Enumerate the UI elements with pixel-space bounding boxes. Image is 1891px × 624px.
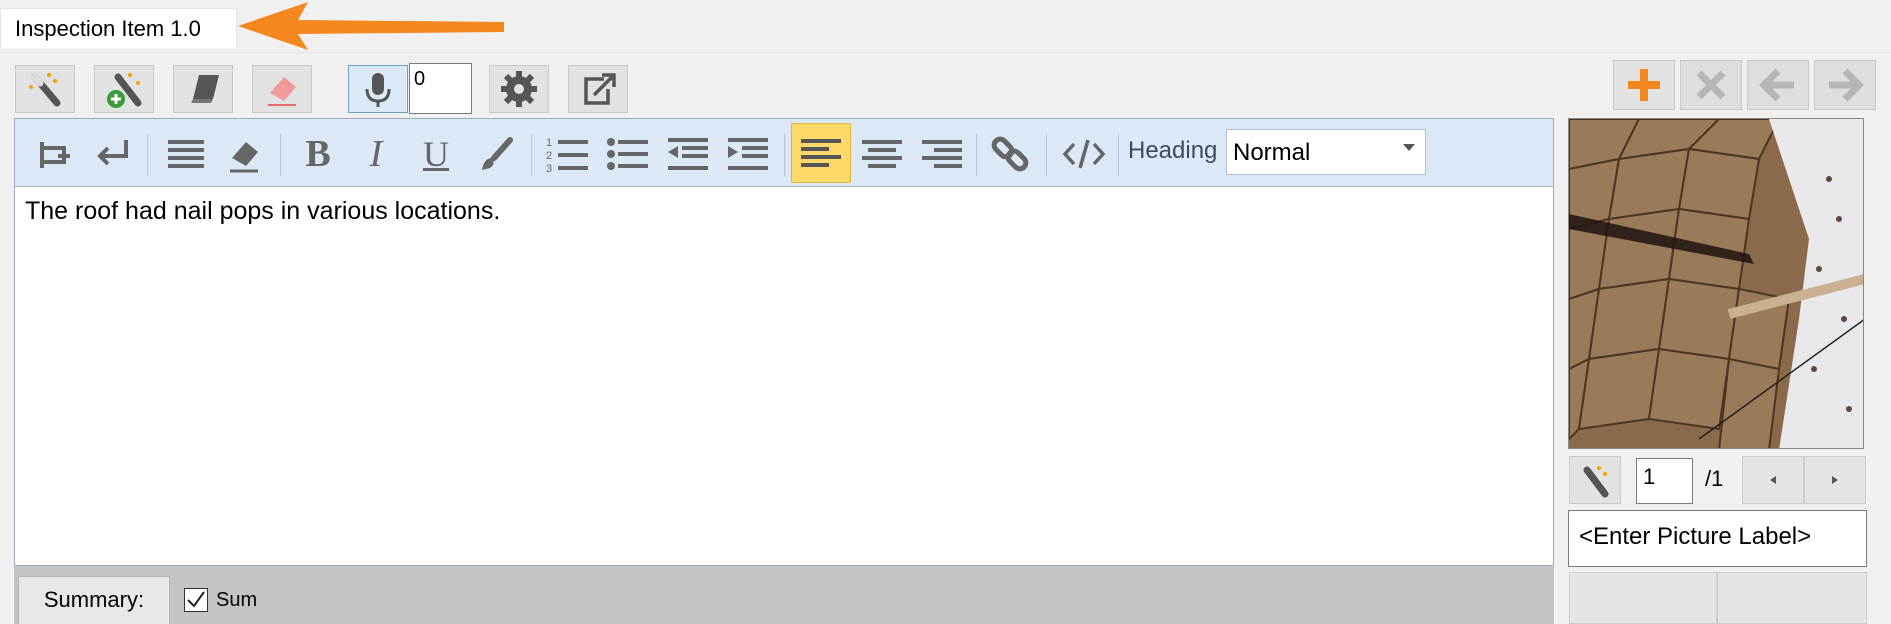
toolbar-divider: [280, 134, 281, 176]
svg-text:2: 2: [546, 150, 552, 162]
indent-block-icon: [40, 142, 70, 168]
bold-icon: B: [305, 133, 331, 175]
open-external-icon: [584, 73, 616, 105]
picture-label-field[interactable]: <Enter Picture Label>: [1568, 510, 1867, 567]
magic-wand-add-button[interactable]: [94, 65, 154, 113]
book-icon: [191, 75, 219, 103]
return-icon: [97, 140, 128, 166]
toolbar-divider: [784, 134, 785, 176]
italic-button[interactable]: I: [350, 129, 402, 179]
arrow-left-icon: [1759, 68, 1794, 102]
numbered-list-icon: 1 2 3: [546, 137, 588, 174]
align-center-icon: [862, 140, 902, 168]
link-icon: [991, 136, 1029, 172]
clear-format-button[interactable]: [218, 129, 270, 179]
summary-tab[interactable]: Summary:: [18, 576, 170, 624]
indent-button[interactable]: [722, 129, 774, 179]
close-icon: [1696, 70, 1726, 100]
code-icon: [1062, 139, 1106, 169]
roof-photo-image: [1569, 119, 1863, 448]
eraser-icon: [268, 77, 296, 106]
inspection-photo[interactable]: [1568, 118, 1864, 449]
tab-title: Inspection Item 1.0: [15, 16, 201, 41]
open-external-button[interactable]: [568, 65, 628, 113]
editor-content[interactable]: The roof had nail pops in various locati…: [25, 197, 500, 226]
settings-button[interactable]: [489, 65, 549, 113]
caret-right-icon: [1832, 476, 1838, 484]
numbered-list-button[interactable]: 1 2 3: [542, 129, 594, 179]
outdent-icon: [668, 138, 708, 170]
line-break-button[interactable]: [88, 129, 140, 179]
book-button[interactable]: [173, 65, 233, 113]
underline-button[interactable]: U: [410, 129, 462, 179]
svg-text:3: 3: [546, 163, 552, 174]
magic-wand-icon: [29, 73, 61, 107]
toolbar-divider: [531, 134, 532, 176]
indent-block-button[interactable]: [28, 129, 80, 179]
svg-text:1: 1: [546, 137, 552, 149]
arrow-right-icon: [1829, 68, 1864, 102]
caret-left-icon: [1770, 476, 1776, 484]
magic-wand-add-icon: [107, 73, 142, 108]
picture-action-button-left[interactable]: [1569, 572, 1717, 624]
eraser-button[interactable]: [252, 65, 312, 113]
eraser-icon: [230, 142, 258, 173]
magic-wand-icon: [1583, 466, 1609, 498]
plus-icon: [1628, 69, 1660, 101]
picture-action-button-right[interactable]: [1717, 572, 1867, 624]
annotation-arrow-top: [238, 2, 504, 50]
html-source-button[interactable]: [1058, 129, 1110, 179]
indent-icon: [728, 138, 768, 170]
inspection-item-tab[interactable]: Inspection Item 1.0: [0, 8, 237, 48]
gear-icon: [501, 71, 537, 107]
microphone-icon: [365, 73, 391, 107]
mic-counter-field[interactable]: 0: [409, 63, 472, 114]
align-left-button[interactable]: [791, 123, 851, 183]
justify-button[interactable]: [160, 129, 212, 179]
add-button[interactable]: [1613, 60, 1675, 110]
bullet-list-icon: [607, 138, 648, 170]
picture-total: /1: [1705, 466, 1724, 491]
italic-icon: I: [369, 133, 383, 175]
toolbar-divider: [147, 134, 148, 176]
underline-icon: U: [423, 134, 449, 174]
chevron-down-icon: [1403, 144, 1415, 151]
align-right-button[interactable]: [916, 129, 968, 179]
toolbar-divider: [976, 134, 977, 176]
bold-button[interactable]: B: [292, 129, 344, 179]
delete-button[interactable]: [1680, 60, 1742, 110]
toolbar-divider: [1046, 134, 1047, 176]
next-picture-button[interactable]: [1804, 456, 1866, 504]
microphone-button[interactable]: [348, 65, 408, 113]
outdent-button[interactable]: [662, 129, 714, 179]
magic-wand-button[interactable]: [15, 65, 75, 113]
checkmark-icon: [187, 591, 205, 608]
align-right-icon: [922, 140, 962, 168]
paint-brush-icon: [482, 137, 513, 170]
justify-icon: [168, 140, 204, 168]
sum-checkbox-label: Sum: [216, 589, 258, 611]
heading-select[interactable]: Normal: [1226, 129, 1426, 175]
align-left-icon: [801, 139, 841, 167]
picture-index-field[interactable]: 1: [1636, 458, 1693, 504]
heading-label: Heading: [1128, 137, 1218, 164]
tab-divider: [0, 52, 1891, 53]
brush-button[interactable]: [470, 129, 522, 179]
heading-select-value: Normal: [1233, 139, 1311, 166]
back-button[interactable]: [1747, 60, 1809, 110]
bullet-list-button[interactable]: [602, 129, 654, 179]
link-button[interactable]: [985, 129, 1037, 179]
picture-magic-wand-button[interactable]: [1569, 456, 1621, 504]
prev-picture-button[interactable]: [1742, 456, 1804, 504]
toolbar-divider: [1118, 134, 1119, 176]
forward-button[interactable]: [1814, 60, 1876, 110]
align-center-button[interactable]: [856, 129, 908, 179]
sum-checkbox[interactable]: [184, 588, 208, 612]
